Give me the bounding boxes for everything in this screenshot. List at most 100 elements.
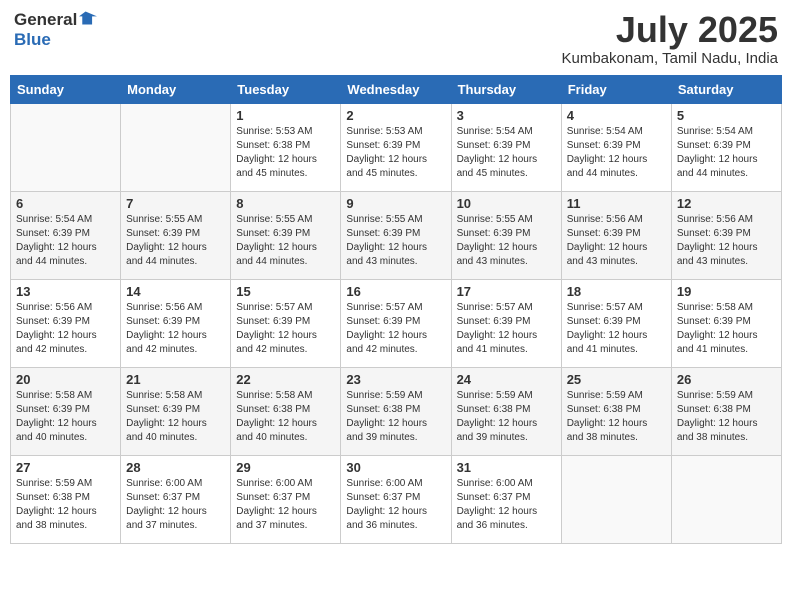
calendar-cell: 11 Sunrise: 5:56 AM Sunset: 6:39 PM Dayli… bbox=[561, 191, 671, 279]
week-row-2: 6Sunrise: 5:54 AM Sunset: 6:39 PM Daylig… bbox=[11, 191, 782, 279]
calendar-cell: 21Sunrise: 5:58 AM Sunset: 6:39 PM Dayli… bbox=[121, 367, 231, 455]
calendar-cell: 1Sunrise: 5:53 AM Sunset: 6:38 PM Daylig… bbox=[231, 103, 341, 191]
day-number: 18 bbox=[567, 284, 666, 299]
day-info: Sunrise: 5:59 AM Sunset: 6:38 PM Dayligh… bbox=[16, 477, 115, 533]
day-number: 12 bbox=[677, 196, 776, 211]
day-number: 7 bbox=[126, 196, 225, 211]
day-number: 8 bbox=[236, 196, 335, 211]
logo: General Blue bbox=[14, 10, 97, 49]
weekday-header-friday: Friday bbox=[561, 75, 671, 103]
day-number: 30 bbox=[346, 460, 445, 475]
day-number: 2 bbox=[346, 108, 445, 123]
day-info: Sunrise: 5:55 AM Sunset: 6:39 PM Dayligh… bbox=[346, 213, 445, 269]
day-info: Sunrise: 5:56 AM Sunset: 6:39 PM Dayligh… bbox=[567, 213, 666, 269]
day-info: Sunrise: 5:56 AM Sunset: 6:39 PM Dayligh… bbox=[677, 213, 776, 269]
day-info: Sunrise: 5:55 AM Sunset: 6:39 PM Dayligh… bbox=[457, 213, 556, 269]
calendar-cell: 23 Sunrise: 5:59 AM Sunset: 6:38 PM Dayli… bbox=[341, 367, 451, 455]
calendar-cell: 5 Sunrise: 5:54 AM Sunset: 6:39 PM Daylig… bbox=[671, 103, 781, 191]
calendar-cell: 19 Sunrise: 5:58 AM Sunset: 6:39 PM Dayli… bbox=[671, 279, 781, 367]
day-number: 9 bbox=[346, 196, 445, 211]
day-info: Sunrise: 5:54 AM Sunset: 6:39 PM Dayligh… bbox=[457, 125, 556, 181]
calendar-cell: 24 Sunrise: 5:59 AM Sunset: 6:38 PM Dayli… bbox=[451, 367, 561, 455]
day-info: Sunrise: 5:54 AM Sunset: 6:39 PM Dayligh… bbox=[677, 125, 776, 181]
day-info: Sunrise: 5:55 AM Sunset: 6:39 PM Dayligh… bbox=[126, 213, 225, 269]
calendar-cell bbox=[561, 455, 671, 543]
title-block: July 2025 Kumbakonam, Tamil Nadu, India bbox=[561, 10, 778, 67]
day-number: 11 bbox=[567, 196, 666, 211]
calendar-cell bbox=[121, 103, 231, 191]
day-info: Sunrise: 5:57 AM Sunset: 6:39 PM Dayligh… bbox=[236, 301, 335, 357]
day-info: Sunrise: 6:00 AM Sunset: 6:37 PM Dayligh… bbox=[126, 477, 225, 533]
day-number: 23 bbox=[346, 372, 445, 387]
day-number: 14 bbox=[126, 284, 225, 299]
day-info: Sunrise: 5:59 AM Sunset: 6:38 PM Dayligh… bbox=[567, 389, 666, 445]
week-row-3: 13Sunrise: 5:56 AM Sunset: 6:39 PM Dayli… bbox=[11, 279, 782, 367]
calendar-cell: 29 Sunrise: 6:00 AM Sunset: 6:37 PM Dayli… bbox=[231, 455, 341, 543]
calendar-cell bbox=[671, 455, 781, 543]
day-number: 25 bbox=[567, 372, 666, 387]
day-number: 31 bbox=[457, 460, 556, 475]
day-number: 15 bbox=[236, 284, 335, 299]
day-number: 27 bbox=[16, 460, 115, 475]
day-info: Sunrise: 5:58 AM Sunset: 6:39 PM Dayligh… bbox=[677, 301, 776, 357]
day-info: Sunrise: 5:57 AM Sunset: 6:39 PM Dayligh… bbox=[567, 301, 666, 357]
calendar-cell: 6Sunrise: 5:54 AM Sunset: 6:39 PM Daylig… bbox=[11, 191, 121, 279]
calendar-cell: 30Sunrise: 6:00 AM Sunset: 6:37 PM Dayli… bbox=[341, 455, 451, 543]
week-row-4: 20 Sunrise: 5:58 AM Sunset: 6:39 PM Dayli… bbox=[11, 367, 782, 455]
day-info: Sunrise: 5:57 AM Sunset: 6:39 PM Dayligh… bbox=[457, 301, 556, 357]
day-info: Sunrise: 5:58 AM Sunset: 6:39 PM Dayligh… bbox=[126, 389, 225, 445]
location: Kumbakonam, Tamil Nadu, India bbox=[561, 50, 778, 67]
day-info: Sunrise: 5:58 AM Sunset: 6:38 PM Dayligh… bbox=[236, 389, 335, 445]
day-info: Sunrise: 5:57 AM Sunset: 6:39 PM Dayligh… bbox=[346, 301, 445, 357]
day-number: 29 bbox=[236, 460, 335, 475]
day-info: Sunrise: 5:53 AM Sunset: 6:39 PM Dayligh… bbox=[346, 125, 445, 181]
day-info: Sunrise: 5:54 AM Sunset: 6:39 PM Dayligh… bbox=[567, 125, 666, 181]
weekday-header-thursday: Thursday bbox=[451, 75, 561, 103]
calendar-cell: 16 Sunrise: 5:57 AM Sunset: 6:39 PM Dayli… bbox=[341, 279, 451, 367]
weekday-header-monday: Monday bbox=[121, 75, 231, 103]
day-info: Sunrise: 5:59 AM Sunset: 6:38 PM Dayligh… bbox=[457, 389, 556, 445]
day-number: 17 bbox=[457, 284, 556, 299]
day-number: 4 bbox=[567, 108, 666, 123]
week-row-5: 27 Sunrise: 5:59 AM Sunset: 6:38 PM Dayli… bbox=[11, 455, 782, 543]
month-title: July 2025 bbox=[561, 10, 778, 50]
weekday-header-sunday: Sunday bbox=[11, 75, 121, 103]
calendar-cell bbox=[11, 103, 121, 191]
calendar-cell: 2 Sunrise: 5:53 AM Sunset: 6:39 PM Daylig… bbox=[341, 103, 451, 191]
week-row-1: 1Sunrise: 5:53 AM Sunset: 6:38 PM Daylig… bbox=[11, 103, 782, 191]
calendar-cell: 9 Sunrise: 5:55 AM Sunset: 6:39 PM Daylig… bbox=[341, 191, 451, 279]
day-number: 5 bbox=[677, 108, 776, 123]
calendar-cell: 17 Sunrise: 5:57 AM Sunset: 6:39 PM Dayli… bbox=[451, 279, 561, 367]
weekday-header-row: SundayMondayTuesdayWednesdayThursdayFrid… bbox=[11, 75, 782, 103]
calendar-cell: 7 Sunrise: 5:55 AM Sunset: 6:39 PM Daylig… bbox=[121, 191, 231, 279]
day-number: 19 bbox=[677, 284, 776, 299]
day-number: 20 bbox=[16, 372, 115, 387]
day-info: Sunrise: 5:56 AM Sunset: 6:39 PM Dayligh… bbox=[126, 301, 225, 357]
calendar-cell: 27 Sunrise: 5:59 AM Sunset: 6:38 PM Dayli… bbox=[11, 455, 121, 543]
calendar-cell: 18 Sunrise: 5:57 AM Sunset: 6:39 PM Dayli… bbox=[561, 279, 671, 367]
calendar-cell: 26 Sunrise: 5:59 AM Sunset: 6:38 PM Dayli… bbox=[671, 367, 781, 455]
calendar-cell: 13Sunrise: 5:56 AM Sunset: 6:39 PM Dayli… bbox=[11, 279, 121, 367]
calendar-cell: 14 Sunrise: 5:56 AM Sunset: 6:39 PM Dayli… bbox=[121, 279, 231, 367]
calendar-cell: 12 Sunrise: 5:56 AM Sunset: 6:39 PM Dayli… bbox=[671, 191, 781, 279]
day-number: 10 bbox=[457, 196, 556, 211]
day-info: Sunrise: 5:58 AM Sunset: 6:39 PM Dayligh… bbox=[16, 389, 115, 445]
day-info: Sunrise: 5:59 AM Sunset: 6:38 PM Dayligh… bbox=[346, 389, 445, 445]
day-info: Sunrise: 6:00 AM Sunset: 6:37 PM Dayligh… bbox=[236, 477, 335, 533]
day-info: Sunrise: 5:54 AM Sunset: 6:39 PM Dayligh… bbox=[16, 213, 115, 269]
day-number: 26 bbox=[677, 372, 776, 387]
calendar-cell: 15 Sunrise: 5:57 AM Sunset: 6:39 PM Dayli… bbox=[231, 279, 341, 367]
day-number: 16 bbox=[346, 284, 445, 299]
calendar-cell: 31Sunrise: 6:00 AM Sunset: 6:37 PM Dayli… bbox=[451, 455, 561, 543]
calendar-cell: 22Sunrise: 5:58 AM Sunset: 6:38 PM Dayli… bbox=[231, 367, 341, 455]
weekday-header-tuesday: Tuesday bbox=[231, 75, 341, 103]
calendar-cell: 25 Sunrise: 5:59 AM Sunset: 6:38 PM Dayli… bbox=[561, 367, 671, 455]
calendar-cell: 8 Sunrise: 5:55 AM Sunset: 6:39 PM Daylig… bbox=[231, 191, 341, 279]
calendar-cell: 4 Sunrise: 5:54 AM Sunset: 6:39 PM Daylig… bbox=[561, 103, 671, 191]
day-info: Sunrise: 5:59 AM Sunset: 6:38 PM Dayligh… bbox=[677, 389, 776, 445]
calendar-cell: 28Sunrise: 6:00 AM Sunset: 6:37 PM Dayli… bbox=[121, 455, 231, 543]
day-number: 24 bbox=[457, 372, 556, 387]
day-info: Sunrise: 5:53 AM Sunset: 6:38 PM Dayligh… bbox=[236, 125, 335, 181]
day-info: Sunrise: 5:55 AM Sunset: 6:39 PM Dayligh… bbox=[236, 213, 335, 269]
page-header: General Blue July 2025 Kumbakonam, Tamil… bbox=[10, 10, 782, 67]
